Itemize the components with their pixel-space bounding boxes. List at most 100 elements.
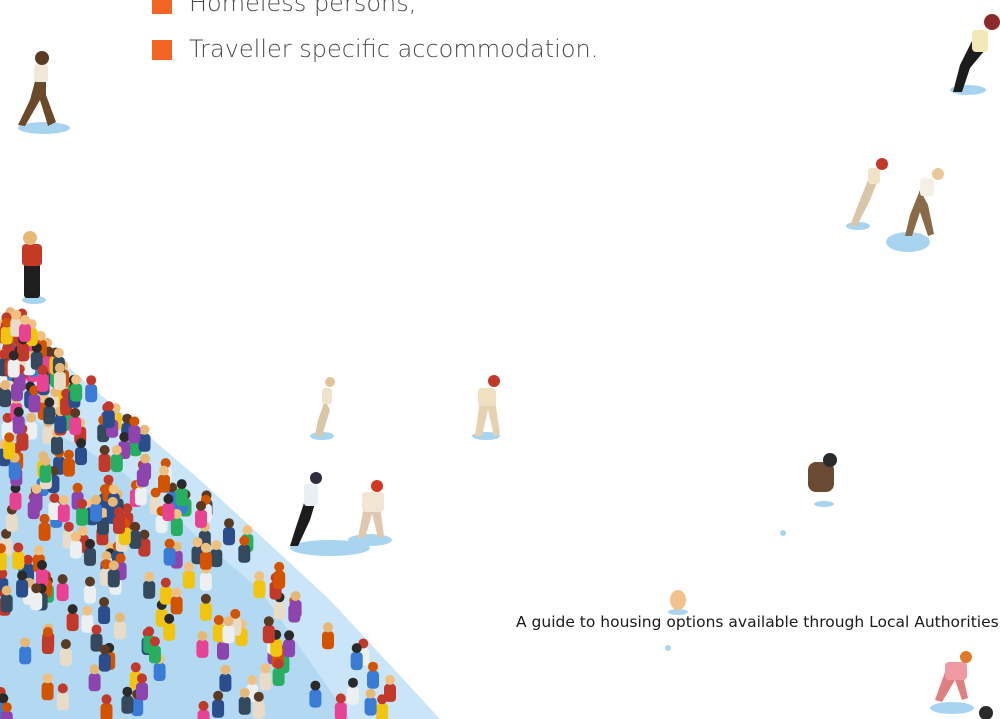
crowd-person-head [103, 401, 114, 412]
crowd-person [69, 416, 82, 435]
crowd-person-head [122, 686, 133, 697]
crowd-person [259, 672, 272, 691]
crowd-person-head [0, 380, 11, 391]
crowd-person-head [239, 687, 250, 698]
person-figure [808, 453, 837, 507]
crowd-person [12, 551, 25, 570]
crowd-person-head [247, 675, 258, 686]
crowd-person [139, 462, 152, 481]
crowd-person [36, 373, 49, 392]
crowd-person [273, 570, 286, 589]
crowd-person-head [82, 605, 93, 616]
crowd-person [384, 683, 396, 702]
crowd-person-head [253, 691, 264, 702]
crowd-person [134, 487, 147, 506]
list-item: Traveller specific accommodation. [152, 26, 598, 72]
crowd-person-head [40, 455, 51, 466]
crowd-person [197, 709, 210, 719]
crowd-person [56, 692, 69, 711]
crowd-person-head [385, 674, 395, 685]
crowd-person-head [20, 637, 31, 648]
document-page: Homeless persons, Traveller specific acc… [0, 0, 1000, 719]
crowd-person [128, 425, 141, 444]
crowd-person-head [310, 680, 321, 691]
crowd-person-head [70, 407, 81, 418]
crowd-person-head [164, 613, 175, 624]
crowd-person-head [53, 347, 64, 358]
crowd-person [273, 601, 286, 620]
crowd-person-head [260, 663, 271, 674]
crowd-person [199, 572, 212, 591]
crowd-person-head [23, 554, 33, 565]
crowd-person [195, 509, 207, 528]
crowd-person-head [183, 561, 194, 572]
crowd-person [253, 580, 266, 599]
crowd-person-head [99, 644, 110, 655]
crowd-person-head [108, 560, 119, 571]
crowd-person [66, 613, 79, 632]
crowd-person-head [85, 538, 95, 549]
crowd-person-head [77, 498, 88, 509]
crowd-person [367, 670, 379, 689]
person-figure [348, 480, 392, 546]
crowd-person [182, 570, 195, 589]
footer-caption: A guide to housing options available thr… [516, 613, 999, 631]
crowd-person-head [197, 630, 208, 641]
crowd-person-head [130, 662, 141, 673]
crowd-person [107, 569, 120, 588]
crowd-person [8, 461, 21, 480]
crowd-person [100, 703, 113, 719]
orange-square-bullet-icon [152, 40, 172, 60]
crowd-person [364, 697, 377, 716]
crowd-person [210, 549, 223, 568]
crowd-person-head [99, 445, 110, 455]
crowd-person-head [335, 693, 346, 704]
crowd-illustration [0, 14, 1000, 719]
crowd-person [217, 641, 229, 660]
crowd-person [85, 384, 98, 403]
crowd-person-head [11, 309, 22, 320]
crowd-person-head [198, 700, 209, 711]
crowd-person-head [348, 677, 358, 688]
crowd-person-head [85, 576, 95, 587]
crowd-person-head [164, 538, 175, 549]
crowd-person-head [63, 449, 74, 460]
crowd-person [175, 488, 188, 507]
crowd-person [69, 540, 82, 559]
crowd-person [30, 592, 43, 611]
person-figure [846, 158, 888, 230]
crowd-person [0, 711, 13, 719]
crowd-person [41, 682, 54, 701]
crowd-person [238, 696, 251, 715]
crowd-person [376, 703, 389, 719]
crowd-person-head [20, 314, 30, 325]
crowd-person-head [108, 484, 119, 495]
list-item: Homeless persons, [152, 0, 598, 26]
crowd-person [51, 436, 63, 455]
crowd-person [159, 586, 172, 605]
crowd-person [62, 458, 75, 477]
crowd-person-head [224, 518, 234, 529]
orange-square-bullet-icon [152, 0, 172, 14]
crowd-person-head [119, 432, 130, 442]
bullet-text: Traveller specific accommodation. [189, 35, 599, 63]
crowd-person [5, 513, 18, 532]
crowd-person-head [37, 364, 48, 375]
crowd-person [81, 614, 94, 633]
crowd-person-head [239, 535, 250, 546]
crowd-person-head [99, 597, 110, 607]
crowd-person-head [58, 495, 69, 506]
crowd-person-head [76, 438, 86, 449]
crowd-person-head [49, 493, 60, 503]
crowd-person-head [26, 412, 37, 423]
crowd-person [350, 652, 363, 671]
crowd-person [283, 639, 296, 658]
crowd-person [16, 579, 29, 598]
crowd-person [163, 622, 176, 641]
crowd-person [170, 596, 183, 615]
crowd-person-head [290, 591, 301, 601]
crowd-person [0, 552, 7, 571]
crowd-person [28, 394, 41, 413]
crowd-person [272, 668, 285, 686]
crowd-person-head [176, 479, 187, 490]
